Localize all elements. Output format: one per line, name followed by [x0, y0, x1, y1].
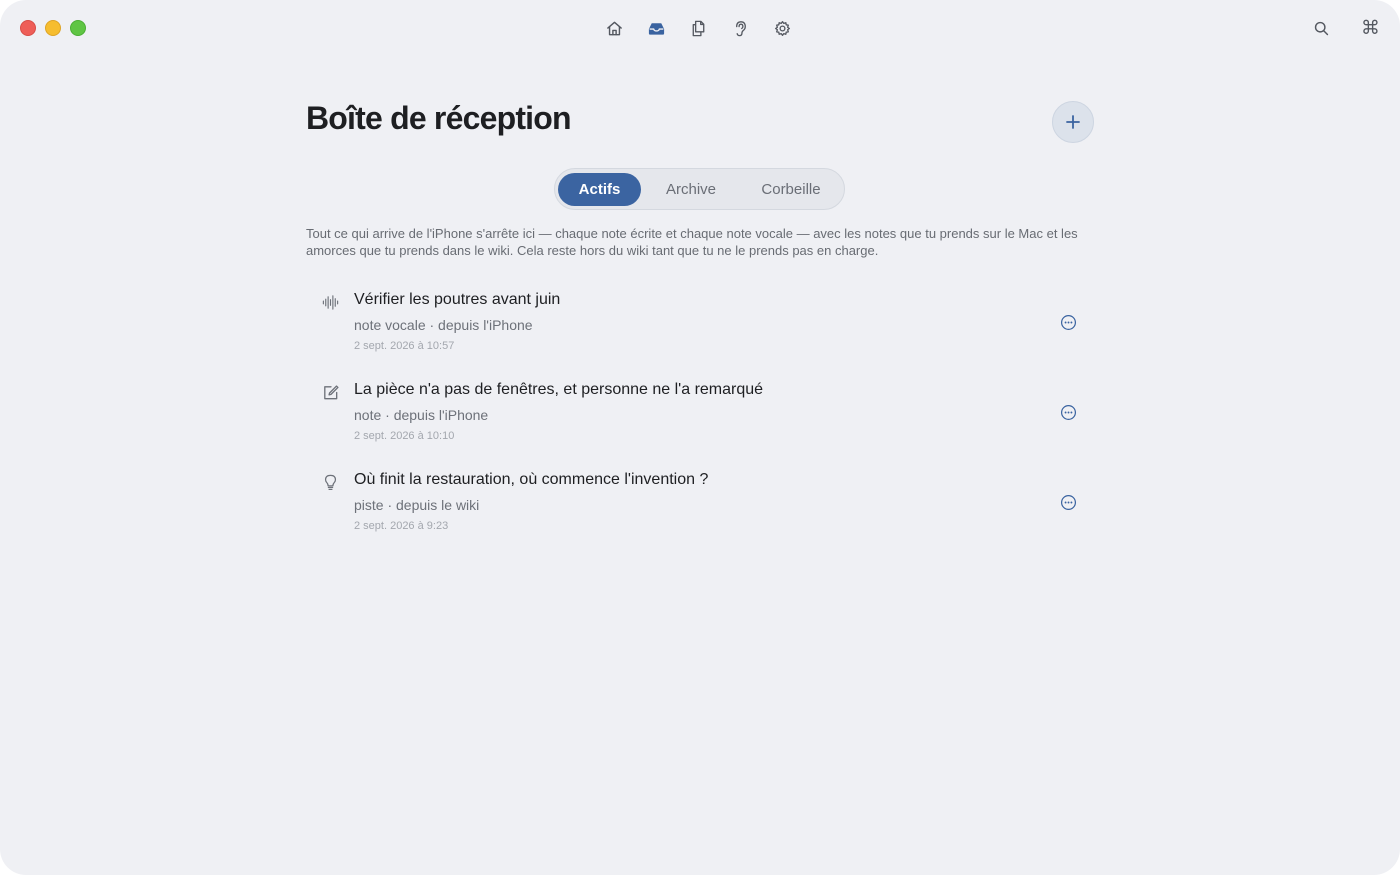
- main-toolbar: [603, 16, 794, 40]
- ear-icon: [736, 20, 746, 36]
- inbox-description: Tout ce qui arrive de l'iPhone s'arrête …: [306, 226, 1078, 258]
- item-meta: note · depuis l'iPhone: [354, 407, 489, 423]
- list-item[interactable]: La pièce n'a pas de fenêtres, et personn…: [306, 372, 1094, 462]
- inbox-tray-icon: [648, 22, 665, 35]
- ellipsis-circle-icon: [1060, 494, 1076, 510]
- documents-button[interactable]: [687, 16, 710, 40]
- home-button[interactable]: [603, 16, 626, 40]
- tab-archive[interactable]: Archive: [641, 173, 741, 206]
- zoom-window-button[interactable]: [70, 20, 86, 36]
- window-controls: [20, 20, 86, 36]
- page-title: Boîte de réception: [306, 100, 572, 136]
- item-title: Où finit la restauration, où commence l'…: [354, 471, 709, 488]
- tab-actifs[interactable]: Actifs: [558, 172, 641, 206]
- right-toolbar: ⌘: [1310, 16, 1382, 40]
- item-more-button[interactable]: [1059, 493, 1077, 511]
- item-more-button[interactable]: [1059, 313, 1077, 331]
- search-icon: [1314, 21, 1329, 35]
- inbox-filter-tabs: Actifs Archive Corbeille: [554, 168, 845, 210]
- minimize-window-button[interactable]: [45, 20, 61, 36]
- plus-icon: [1066, 115, 1080, 129]
- ellipsis-circle-icon: [1060, 314, 1076, 330]
- inbox-button[interactable]: [645, 16, 668, 40]
- command-icon: ⌘: [1361, 17, 1380, 39]
- inbox-list: Vérifier les poutres avant juin note voc…: [306, 282, 1094, 552]
- item-title: La pièce n'a pas de fenêtres, et personn…: [354, 381, 764, 398]
- item-meta: piste · depuis le wiki: [354, 497, 480, 513]
- search-button[interactable]: [1310, 16, 1333, 40]
- waveform-icon: [320, 292, 340, 312]
- gear-icon: [774, 20, 791, 36]
- app-window: ⌘ Boîte de réception Actifs Archive Corb…: [0, 0, 1400, 875]
- list-item[interactable]: Vérifier les poutres avant juin note voc…: [306, 282, 1094, 372]
- ellipsis-circle-icon: [1060, 404, 1076, 420]
- add-item-button[interactable]: [1052, 101, 1094, 143]
- command-palette-button[interactable]: ⌘: [1359, 16, 1382, 40]
- list-item[interactable]: Où finit la restauration, où commence l'…: [306, 462, 1094, 552]
- item-more-button[interactable]: [1059, 403, 1077, 421]
- listen-button[interactable]: [729, 16, 752, 40]
- tab-corbeille[interactable]: Corbeille: [741, 173, 841, 206]
- item-date: 2 sept. 2026 à 9:23: [354, 520, 449, 532]
- item-meta: note vocale · depuis l'iPhone: [354, 317, 533, 333]
- item-date: 2 sept. 2026 à 10:10: [354, 430, 455, 442]
- documents-icon: [692, 20, 705, 36]
- lightbulb-icon: [320, 472, 340, 492]
- item-date: 2 sept. 2026 à 10:57: [354, 340, 455, 352]
- item-title: Vérifier les poutres avant juin: [354, 291, 561, 308]
- settings-button[interactable]: [771, 16, 794, 40]
- house-icon: [607, 21, 622, 35]
- close-window-button[interactable]: [20, 20, 36, 36]
- compose-icon: [320, 382, 340, 402]
